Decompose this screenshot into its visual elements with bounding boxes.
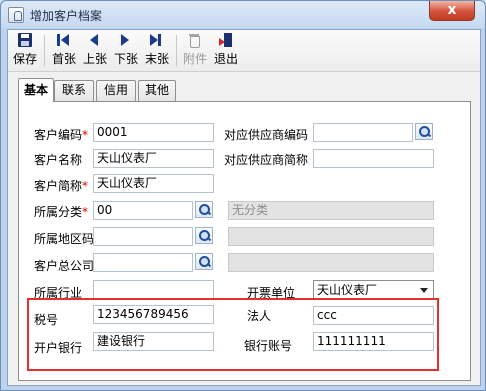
bank-account-input[interactable]: 111111111 (313, 332, 434, 351)
toolbar-separator (176, 35, 177, 66)
supplier-short-input[interactable] (313, 149, 434, 168)
region-lookup-search-icon[interactable] (195, 227, 213, 244)
region-label: 所属地区码 (34, 232, 95, 246)
app-icon (8, 7, 24, 23)
tax-number-label: 税号 (34, 313, 59, 327)
legal-person-label: 法人 (247, 309, 272, 323)
bank-account-label: 银行账号 (244, 339, 293, 353)
customer-code-label: 客户编码* (34, 128, 89, 142)
tab-basic[interactable]: 基本 (18, 78, 54, 102)
parent-company-label: 客户总公司 (34, 259, 95, 273)
customer-name-input[interactable]: 天山仪表厂 (93, 149, 214, 168)
attachment-icon (188, 33, 202, 48)
parent-company-lookup-search-icon[interactable] (195, 253, 213, 270)
region-input[interactable] (93, 227, 193, 246)
category-input[interactable]: 00 (93, 201, 193, 220)
close-button[interactable]: x (429, 1, 475, 21)
parent-company-input[interactable] (93, 253, 193, 272)
last-icon (150, 33, 164, 47)
attachment-button[interactable]: 附件 (181, 33, 209, 69)
window-title: 增加客户档案 (30, 9, 103, 23)
attachment-label: 附件 (182, 52, 207, 66)
toolbar: 保存 首张 上张 下张 末张 附件 退出 (8, 30, 480, 72)
next-label: 下张 (113, 52, 138, 66)
chevron-down-icon (420, 288, 428, 293)
previous-icon (88, 33, 102, 47)
exit-label: 退出 (213, 52, 238, 66)
last-record-button[interactable]: 末张 (143, 33, 171, 69)
last-label: 末张 (144, 52, 169, 66)
bank-input[interactable]: 建设银行 (93, 332, 214, 351)
title-bar: 增加客户档案 x (1, 1, 485, 28)
save-icon (18, 33, 32, 47)
customer-short-input[interactable]: 天山仪表厂 (93, 174, 214, 193)
bank-label: 开户银行 (34, 341, 83, 355)
customer-short-label: 客户简称* (34, 179, 89, 193)
category-lookup-search-icon[interactable] (195, 201, 213, 218)
previous-label: 上张 (82, 52, 107, 66)
save-label: 保存 (12, 52, 37, 66)
toolbar-separator (44, 35, 45, 66)
customer-name-label: 客户名称 (34, 153, 83, 167)
exit-icon (219, 33, 233, 47)
invoice-unit-value: 天山仪表厂 (317, 283, 378, 297)
tab-credit[interactable]: 信用 (96, 80, 136, 101)
next-icon (119, 33, 133, 47)
supplier-code-label: 对应供应商编码 (224, 128, 309, 142)
first-record-button[interactable]: 首张 (50, 33, 78, 69)
category-label: 所属分类* (34, 205, 89, 219)
first-label: 首张 (51, 52, 76, 66)
supplier-short-label: 对应供应商简称 (224, 153, 309, 167)
exit-button[interactable]: 退出 (212, 33, 240, 69)
save-button[interactable]: 保存 (11, 33, 39, 69)
category-desc-field: 无分类 (228, 201, 434, 220)
parent-company-desc-field (228, 253, 434, 272)
tax-number-input[interactable]: 123456789456 (93, 305, 214, 324)
previous-record-button[interactable]: 上张 (81, 33, 109, 69)
customer-archive-window: 增加客户档案 x 保存 首张 上张 下张 末张 附件 退出 基本 联系 信用 其… (0, 0, 486, 391)
region-desc-field (228, 227, 434, 246)
legal-person-input[interactable]: ccc (313, 306, 434, 325)
supplier-code-lookup-search-icon[interactable] (415, 123, 433, 140)
tab-other[interactable]: 其他 (138, 80, 176, 101)
supplier-code-input[interactable] (313, 123, 413, 142)
tab-contact[interactable]: 联系 (54, 80, 94, 101)
first-icon (57, 33, 71, 47)
invoice-unit-select[interactable]: 天山仪表厂 (313, 280, 434, 300)
customer-code-input[interactable]: 0001 (93, 123, 214, 142)
industry-input[interactable] (93, 280, 214, 299)
next-record-button[interactable]: 下张 (112, 33, 140, 69)
